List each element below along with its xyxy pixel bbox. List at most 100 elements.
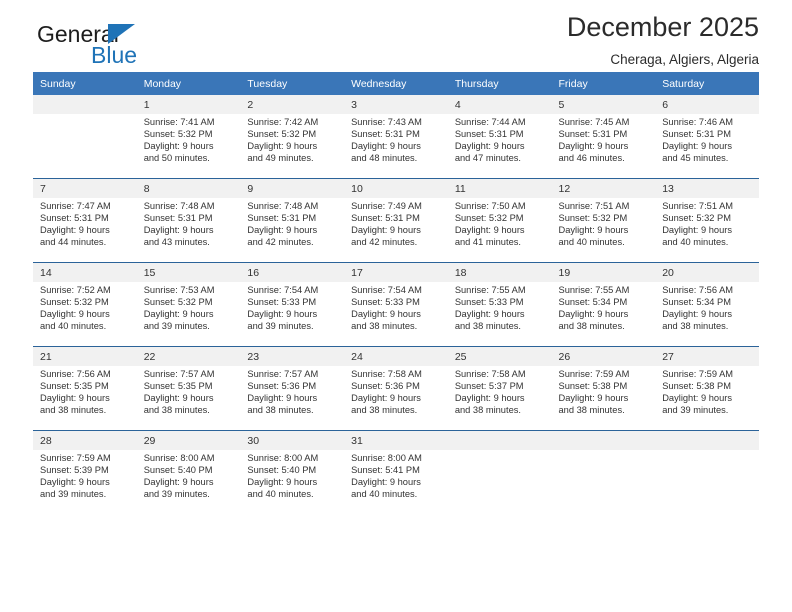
day-cell[interactable]: Sunrise: 7:59 AM Sunset: 5:39 PM Dayligh… [33, 450, 137, 514]
day-cell[interactable]: Sunrise: 7:57 AM Sunset: 5:35 PM Dayligh… [136, 366, 241, 431]
sunrise-text: Sunrise: 7:41 AM [143, 117, 215, 127]
day-cell[interactable]: Sunrise: 7:50 AM Sunset: 5:32 PM Dayligh… [447, 198, 552, 263]
day-cell[interactable]: Sunrise: 7:56 AM Sunset: 5:35 PM Dayligh… [33, 366, 137, 431]
daylight-text-line1: Daylight: 9 hours [454, 225, 525, 236]
day-number[interactable]: 19 [551, 262, 656, 282]
day-number[interactable]: 26 [551, 346, 656, 366]
day-number[interactable] [551, 430, 656, 450]
day-cell[interactable]: Sunrise: 7:56 AM Sunset: 5:34 PM Dayligh… [655, 282, 759, 347]
day-cell[interactable]: Sunrise: 7:49 AM Sunset: 5:31 PM Dayligh… [344, 198, 448, 263]
day-cell[interactable]: Sunrise: 7:48 AM Sunset: 5:31 PM Dayligh… [136, 198, 241, 263]
day-cell[interactable]: Sunrise: 7:45 AM Sunset: 5:31 PM Dayligh… [551, 114, 656, 179]
day-number[interactable]: 12 [551, 178, 656, 198]
day-cell[interactable]: Sunrise: 7:41 AM Sunset: 5:32 PM Dayligh… [136, 114, 241, 179]
day-number[interactable]: 29 [136, 430, 241, 450]
day-cell[interactable]: Sunrise: 7:47 AM Sunset: 5:31 PM Dayligh… [33, 198, 137, 263]
week-daynum-row: 28 29 30 31 [33, 430, 759, 450]
daylight-text-line1: Daylight: 9 hours [143, 393, 214, 404]
day-number[interactable]: 14 [33, 262, 137, 282]
day-number[interactable]: 28 [33, 430, 137, 450]
daylight-text-line1: Daylight: 9 hours [558, 393, 629, 404]
daylight-text-line2: and 40 minutes. [662, 237, 729, 248]
daylight-text-line2: and 43 minutes. [143, 237, 210, 248]
day-cell[interactable]: Sunrise: 7:44 AM Sunset: 5:31 PM Dayligh… [447, 114, 552, 179]
day-cell[interactable]: Sunrise: 7:52 AM Sunset: 5:32 PM Dayligh… [33, 282, 137, 347]
day-cell[interactable]: Sunrise: 7:51 AM Sunset: 5:32 PM Dayligh… [655, 198, 759, 263]
daylight-text-line1: Daylight: 9 hours [351, 309, 421, 320]
day-number[interactable]: 11 [447, 178, 552, 198]
daylight-text-line1: Daylight: 9 hours [662, 141, 732, 152]
day-number[interactable]: 6 [655, 95, 759, 114]
day-number[interactable]: 23 [240, 346, 345, 366]
day-number[interactable]: 17 [344, 262, 448, 282]
day-number[interactable]: 5 [551, 95, 656, 114]
day-number[interactable] [447, 430, 552, 450]
daylight-text-line2: and 40 minutes. [558, 237, 625, 248]
day-cell[interactable]: Sunrise: 7:55 AM Sunset: 5:33 PM Dayligh… [447, 282, 552, 347]
day-cell[interactable]: Sunrise: 7:46 AM Sunset: 5:31 PM Dayligh… [655, 114, 759, 179]
weekday-header-saturday: Saturday [655, 72, 759, 95]
daylight-text-line2: and 39 minutes. [662, 405, 729, 416]
day-cell[interactable]: Sunrise: 7:43 AM Sunset: 5:31 PM Dayligh… [344, 114, 448, 179]
day-cell[interactable]: Sunrise: 7:51 AM Sunset: 5:32 PM Dayligh… [551, 198, 656, 263]
day-cell[interactable]: Sunrise: 8:00 AM Sunset: 5:40 PM Dayligh… [136, 450, 241, 514]
day-number[interactable]: 3 [344, 95, 448, 114]
page-header: General Blue December 2025 Cheraga, Algi… [33, 0, 759, 72]
daylight-text-line1: Daylight: 9 hours [558, 309, 629, 320]
sunrise-text: Sunrise: 7:57 AM [247, 369, 319, 379]
sunset-text: Sunset: 5:35 PM [143, 381, 213, 392]
day-number[interactable]: 2 [240, 95, 345, 114]
daylight-text-line2: and 47 minutes. [454, 153, 521, 164]
day-number[interactable]: 16 [240, 262, 345, 282]
day-number[interactable]: 24 [344, 346, 448, 366]
day-cell[interactable]: Sunrise: 7:58 AM Sunset: 5:36 PM Dayligh… [344, 366, 448, 431]
day-cell[interactable]: Sunrise: 7:42 AM Sunset: 5:32 PM Dayligh… [240, 114, 345, 179]
brand-logo[interactable]: General Blue [33, 23, 263, 73]
sunset-text: Sunset: 5:35 PM [40, 381, 109, 392]
day-cell[interactable]: Sunrise: 7:58 AM Sunset: 5:37 PM Dayligh… [447, 366, 552, 431]
day-number[interactable]: 15 [136, 262, 241, 282]
day-number[interactable]: 13 [655, 178, 759, 198]
day-number[interactable]: 8 [136, 178, 241, 198]
day-cell[interactable] [447, 450, 552, 514]
day-cell[interactable]: Sunrise: 7:59 AM Sunset: 5:38 PM Dayligh… [655, 366, 759, 431]
day-number[interactable]: 20 [655, 262, 759, 282]
day-cell[interactable] [33, 114, 137, 179]
day-number[interactable]: 10 [344, 178, 448, 198]
sunset-text: Sunset: 5:31 PM [662, 129, 731, 140]
day-cell[interactable]: Sunrise: 7:59 AM Sunset: 5:38 PM Dayligh… [551, 366, 656, 431]
daylight-text-line2: and 39 minutes. [143, 321, 210, 332]
day-number[interactable]: 30 [240, 430, 345, 450]
day-number[interactable]: 31 [344, 430, 448, 450]
day-cell[interactable]: Sunrise: 8:00 AM Sunset: 5:40 PM Dayligh… [240, 450, 345, 514]
day-number[interactable] [33, 95, 137, 114]
day-cell[interactable]: Sunrise: 7:53 AM Sunset: 5:32 PM Dayligh… [136, 282, 241, 347]
day-number[interactable]: 9 [240, 178, 345, 198]
day-number[interactable]: 25 [447, 346, 552, 366]
daylight-text-line2: and 42 minutes. [351, 237, 418, 248]
daylight-text-line2: and 44 minutes. [40, 237, 107, 248]
day-number[interactable]: 1 [136, 95, 241, 114]
day-number[interactable]: 22 [136, 346, 241, 366]
day-number[interactable] [655, 430, 759, 450]
day-cell[interactable] [551, 450, 656, 514]
day-number[interactable]: 21 [33, 346, 137, 366]
day-number[interactable]: 18 [447, 262, 552, 282]
daylight-text-line1: Daylight: 9 hours [558, 141, 629, 152]
day-number[interactable]: 4 [447, 95, 552, 114]
daylight-text-line2: and 46 minutes. [558, 153, 625, 164]
day-cell[interactable]: Sunrise: 7:54 AM Sunset: 5:33 PM Dayligh… [344, 282, 448, 347]
day-number[interactable]: 27 [655, 346, 759, 366]
week-info-row: Sunrise: 7:59 AM Sunset: 5:39 PM Dayligh… [33, 450, 759, 514]
day-cell[interactable]: Sunrise: 7:55 AM Sunset: 5:34 PM Dayligh… [551, 282, 656, 347]
day-number[interactable]: 7 [33, 178, 137, 198]
week-info-row: Sunrise: 7:47 AM Sunset: 5:31 PM Dayligh… [33, 198, 759, 263]
calendar-header-row: Sunday Monday Tuesday Wednesday Thursday… [33, 72, 759, 95]
day-cell[interactable]: Sunrise: 7:54 AM Sunset: 5:33 PM Dayligh… [240, 282, 345, 347]
day-cell[interactable]: Sunrise: 7:48 AM Sunset: 5:31 PM Dayligh… [240, 198, 345, 263]
daylight-text-line1: Daylight: 9 hours [40, 309, 110, 320]
day-cell[interactable] [655, 450, 759, 514]
day-cell[interactable]: Sunrise: 8:00 AM Sunset: 5:41 PM Dayligh… [344, 450, 448, 514]
calendar-page: General Blue December 2025 Cheraga, Algi… [0, 0, 792, 612]
day-cell[interactable]: Sunrise: 7:57 AM Sunset: 5:36 PM Dayligh… [240, 366, 345, 431]
